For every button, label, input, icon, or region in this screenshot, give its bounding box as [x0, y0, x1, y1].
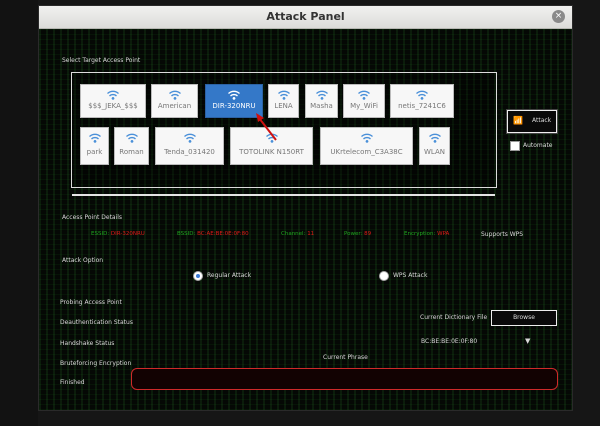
handshake-status-label: Handshake Status [60, 340, 115, 347]
deauth-status-label: Deauthentication Status [60, 319, 133, 326]
desktop-left-edge [0, 0, 38, 426]
separator-line [72, 194, 495, 196]
mac-select-value[interactable]: BC:BE:BE:0E:0F:80 [421, 338, 477, 345]
browse-button[interactable]: Browse [491, 310, 557, 326]
red-arrow-pointer [256, 113, 277, 141]
dictionary-file-label: Current Dictionary File [420, 314, 488, 321]
attack-option-label: Attack Option [62, 257, 104, 264]
attack-label: Attack [532, 117, 552, 124]
access-point-details-label: Access Point Details [62, 214, 123, 221]
encryption-info: Encryption: WPA [404, 231, 450, 237]
wps-attack-radio[interactable] [379, 271, 389, 281]
attack-button[interactable]: 📶 Attack [507, 110, 557, 133]
automate-checkbox[interactable] [510, 141, 520, 151]
finished-status-label: Finished [60, 379, 85, 386]
automate-label: Automate [523, 142, 553, 149]
chevron-down-icon[interactable]: ▼ [525, 337, 530, 345]
wps-support-text: Supports WPS [481, 231, 524, 238]
probing-status-label: Probing Access Point [60, 299, 122, 306]
bruteforce-status-label: Bruteforcing Encryption [60, 360, 132, 367]
current-phrase-field[interactable] [131, 368, 558, 390]
wifi-icon: 📶 [513, 116, 523, 125]
power-info: Power: 89 [344, 231, 372, 237]
channel-info: Channel: 11 [281, 231, 315, 237]
wps-attack-label: WPS Attack [393, 272, 428, 279]
bssid-info: BSSID: BC:AE:BE:0E:0F:80 [177, 231, 249, 237]
regular-attack-radio[interactable] [193, 271, 203, 281]
attack-panel-window: Attack Panel × Select Target Access Poin… [38, 5, 573, 411]
essid-info: ESSID: DIR-320NRU [91, 231, 145, 237]
regular-attack-label: Regular Attack [207, 272, 252, 279]
current-phrase-label: Current Phrase [323, 354, 368, 361]
